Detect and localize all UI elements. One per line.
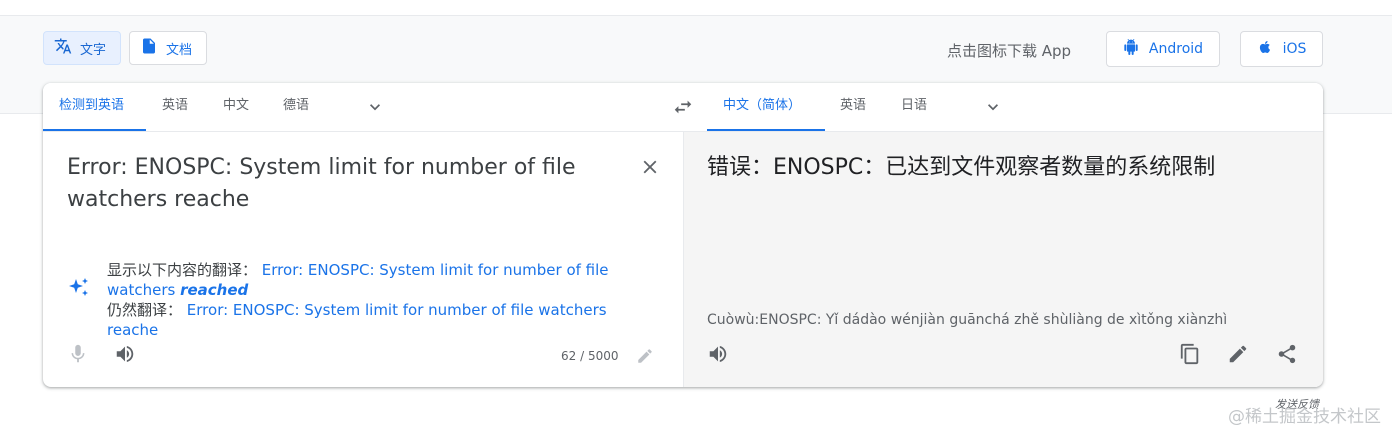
tab-target-japanese[interactable]: 日语 <box>901 83 927 131</box>
edit-source-pencil-icon[interactable] <box>636 347 654 365</box>
translated-text: 错误：ENOSPC：已达到文件观察者数量的系统限制 <box>707 155 1216 180</box>
watermark: @稀土掘金技术社区 <box>1228 407 1381 427</box>
android-label: Android <box>1148 41 1204 57</box>
alt-translate-link[interactable]: Error: ENOSPC: System limit for number o… <box>107 301 607 339</box>
document-icon <box>140 37 158 59</box>
swap-languages-icon[interactable] <box>672 96 694 118</box>
tab-source-english[interactable]: 英语 <box>162 83 188 131</box>
share-icon[interactable] <box>1276 343 1298 365</box>
sparkle-icon <box>69 278 88 296</box>
mode-text-label: 文字 <box>80 42 107 58</box>
suggestion-emphasis: reached <box>180 281 249 299</box>
android-icon <box>1123 39 1139 59</box>
mode-text-button[interactable]: 文字 <box>43 31 121 65</box>
source-text-input[interactable]: Error: ENOSPC: System limit for number o… <box>67 152 607 216</box>
target-speaker-icon[interactable] <box>707 343 729 365</box>
suggestion-prefix: 显示以下内容的翻译： <box>107 261 258 279</box>
tab-target-chinese-simplified[interactable]: 中文（简体） <box>707 83 825 131</box>
translation-card: 检测到英语 英语 中文 德语 中文（简体） 英语 日语 Error: ENOSP… <box>43 83 1323 387</box>
mode-document-button[interactable]: 文档 <box>129 31 207 65</box>
edit-translation-pencil-icon[interactable] <box>1227 343 1249 365</box>
download-app-label: 点击图标下载 App <box>947 42 1072 60</box>
clear-source-icon[interactable] <box>639 156 661 178</box>
romanization-text: Cuòwù:ENOSPC: Yǐ dádào wénjiàn guānchá z… <box>707 312 1228 328</box>
source-more-languages-chevron-icon[interactable] <box>365 97 385 117</box>
copy-icon[interactable] <box>1179 343 1201 365</box>
character-count: 62 / 5000 <box>561 349 619 363</box>
apple-icon <box>1257 39 1273 59</box>
translate-icon <box>54 37 72 59</box>
suggestion-block: 显示以下内容的翻译： Error: ENOSPC: System limit f… <box>107 260 647 340</box>
alt-translate-prefix: 仍然翻译： <box>107 301 183 319</box>
android-button[interactable]: Android <box>1106 31 1220 67</box>
mode-document-label: 文档 <box>166 42 193 58</box>
microphone-icon[interactable] <box>67 343 89 365</box>
target-more-languages-chevron-icon[interactable] <box>983 97 1003 117</box>
tab-source-chinese[interactable]: 中文 <box>223 83 249 131</box>
tab-detected-english[interactable]: 检测到英语 <box>43 83 146 131</box>
ios-label: iOS <box>1282 41 1307 57</box>
language-bar: 检测到英语 英语 中文 德语 中文（简体） 英语 日语 <box>43 83 1323 132</box>
tab-source-german[interactable]: 德语 <box>283 83 309 131</box>
source-speaker-icon[interactable] <box>114 343 136 365</box>
tab-target-english[interactable]: 英语 <box>840 83 866 131</box>
ios-button[interactable]: iOS <box>1240 31 1323 67</box>
